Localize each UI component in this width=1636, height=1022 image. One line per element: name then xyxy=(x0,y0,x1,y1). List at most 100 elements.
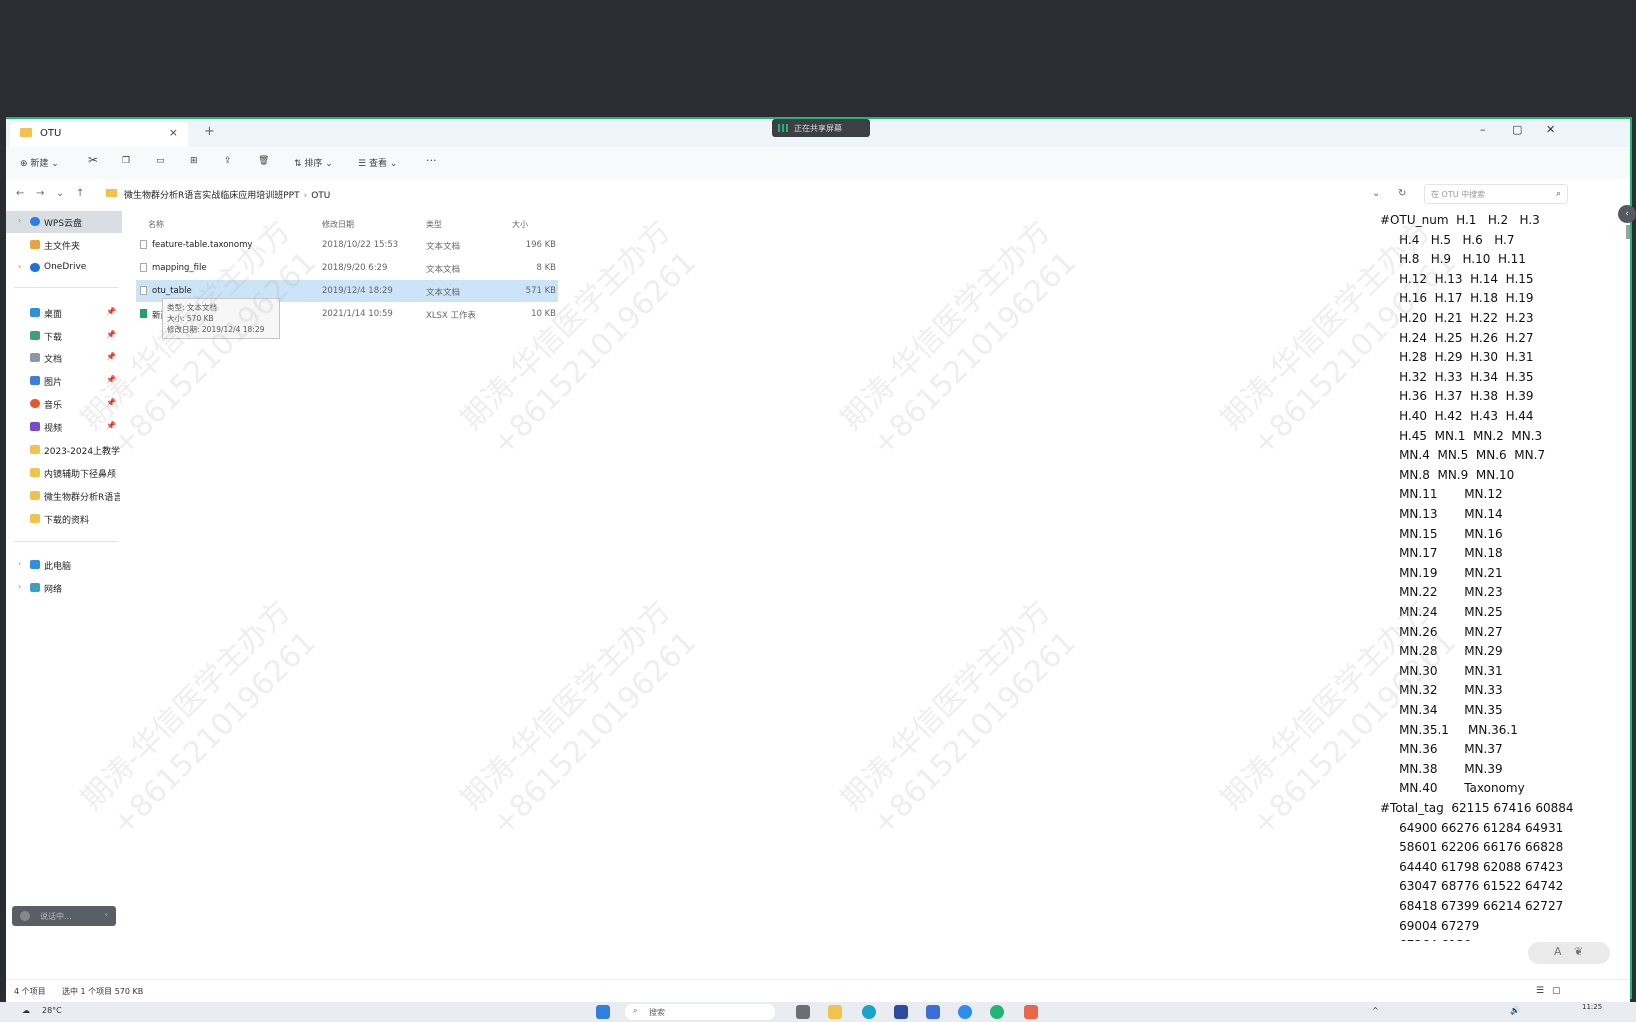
chevron-right-icon[interactable]: › xyxy=(18,582,21,591)
ime-mode-label[interactable]: A xyxy=(1554,945,1562,958)
up-arrow-icon[interactable]: ↑ xyxy=(76,188,84,199)
start-windows-icon[interactable] xyxy=(596,1005,610,1019)
refresh-icon[interactable]: ↻ xyxy=(1398,188,1406,199)
app-icon[interactable] xyxy=(958,1005,972,1019)
ime-floating-bar[interactable]: A ❦ xyxy=(1528,942,1610,964)
column-header-size[interactable]: 大小 xyxy=(512,219,528,230)
recent-chevron-icon[interactable]: ⌄ xyxy=(56,188,64,199)
pin-icon[interactable]: 📌 xyxy=(106,330,116,339)
sidebar-item-folder-microbiome[interactable]: 微生物群分析R语言 xyxy=(6,485,122,507)
app-icon[interactable] xyxy=(1024,1005,1038,1019)
pin-icon[interactable]: 📌 xyxy=(106,398,116,407)
pin-icon[interactable]: 📌 xyxy=(106,375,116,384)
breadcrumb[interactable]: 微生物群分析R语言实战临床应用培训班PPT › OTU xyxy=(124,188,330,201)
sidebar-item-this-pc[interactable]: › 此电脑 xyxy=(6,554,122,576)
maximize-button[interactable]: ▢ xyxy=(1512,123,1522,136)
sidebar-item-label: 主文件夹 xyxy=(44,242,81,252)
sidebar-item-pictures[interactable]: 图片 📌 xyxy=(6,370,122,392)
ime-skin-icon[interactable]: ❦ xyxy=(1574,945,1583,958)
share-icon[interactable]: ⇪ xyxy=(224,156,232,166)
file-row[interactable]: feature-table.taxonomy 2018/10/22 15:53 … xyxy=(136,234,558,256)
screen-share-badge[interactable]: 正在共享屏幕 xyxy=(772,119,870,137)
preview-text-line: #Total_tag 62115 67416 60884 xyxy=(1380,801,1574,815)
app-icon[interactable] xyxy=(926,1005,940,1019)
copy-icon[interactable]: ❐ xyxy=(122,156,130,166)
preview-text-line: MN.35.1 MN.36.1 xyxy=(1380,722,1518,737)
tab-label: OTU xyxy=(40,128,62,139)
paste-icon[interactable]: ▭ xyxy=(156,156,165,166)
chevron-right-icon[interactable]: › xyxy=(18,559,21,568)
column-header-type[interactable]: 类型 xyxy=(426,219,442,230)
search-input[interactable]: 在 OTU 中搜索 ⌕ xyxy=(1424,184,1568,204)
new-tab-button[interactable]: + xyxy=(204,124,215,139)
view-button[interactable]: ☰ 查看 ⌄ xyxy=(358,156,397,169)
file-explorer-taskbar-icon[interactable] xyxy=(828,1005,842,1019)
preview-text-line: MN.34 MN.35 xyxy=(1380,703,1503,717)
file-explorer-window: OTU × + 正在共享屏幕 – ▢ ✕ ⊕ 新建 ⌄ ✂ ❐ ▭ ⊞ ⇪ 🗑 … xyxy=(6,117,1636,1002)
pin-icon[interactable]: 📌 xyxy=(106,421,116,430)
address-dropdown-icon[interactable]: ⌄ xyxy=(1372,188,1380,199)
details-view-icon[interactable]: ☰ xyxy=(1536,986,1544,996)
file-type: 文本文档 xyxy=(426,242,461,252)
tray-chevron-icon[interactable]: ^ xyxy=(1372,1006,1379,1015)
forward-arrow-icon[interactable]: → xyxy=(36,188,44,199)
preview-text-line: H.12 H.13 H.14 H.15 xyxy=(1380,271,1534,286)
breadcrumb-current[interactable]: OTU xyxy=(311,191,330,201)
voice-chat-panel[interactable]: 说话中... ‹ xyxy=(12,906,116,926)
pin-icon[interactable]: 📌 xyxy=(106,307,116,316)
file-name: mapping_file xyxy=(152,263,207,273)
edge-browser-icon[interactable] xyxy=(862,1005,876,1019)
sidebar-item-folder-endoscope[interactable]: 内镜辅助下径鼻颅 xyxy=(6,462,122,484)
music-icon xyxy=(30,399,40,408)
new-item-button[interactable]: ⊕ 新建 ⌄ xyxy=(20,156,59,169)
sidebar-item-downloads[interactable]: 下载 📌 xyxy=(6,325,122,347)
tooltip-modified: 修改日期: 2019/12/4 18:29 xyxy=(167,325,265,334)
sidebar-item-network[interactable]: › 网络 xyxy=(6,577,122,599)
chevron-right-icon[interactable]: › xyxy=(18,216,21,225)
more-options-button[interactable]: ··· xyxy=(426,154,437,167)
sidebar-item-folder-2023[interactable]: 2023-2024上教学E xyxy=(6,439,122,461)
back-arrow-icon[interactable]: ← xyxy=(16,188,24,199)
chevron-right-icon[interactable]: › xyxy=(18,262,21,271)
sidebar-item-folder-downloaded[interactable]: 下载的资料 xyxy=(6,508,122,530)
tab-otu[interactable]: OTU × xyxy=(10,121,188,147)
sidebar-item-music[interactable]: 音乐 📌 xyxy=(6,393,122,415)
file-size: 571 KB xyxy=(525,286,556,296)
sidebar-item-home[interactable]: 主文件夹 xyxy=(6,234,122,256)
sidebar-item-videos[interactable]: 视频 📌 xyxy=(6,416,122,438)
sidebar-item-desktop[interactable]: 桌面 📌 xyxy=(6,302,122,324)
wechat-icon[interactable] xyxy=(990,1005,1004,1019)
app-icon[interactable] xyxy=(894,1005,908,1019)
sidebar-item-wps-cloud[interactable]: › WPS云盘 xyxy=(6,211,122,233)
weather-icon[interactable]: ☁ xyxy=(22,1006,30,1015)
volume-icon[interactable]: 🔊 xyxy=(1510,1006,1520,1015)
task-view-icon[interactable] xyxy=(796,1005,810,1019)
sidebar-divider xyxy=(14,287,118,288)
tab-close-icon[interactable]: × xyxy=(169,126,178,139)
collapse-arrow-icon[interactable]: ‹ xyxy=(105,910,108,919)
cut-icon[interactable]: ✂ xyxy=(88,153,98,167)
sort-button[interactable]: ⇅ 排序 ⌄ xyxy=(294,156,333,169)
preview-scrollbar[interactable] xyxy=(1626,225,1630,239)
tiles-view-icon[interactable]: ▢ xyxy=(1552,986,1561,996)
item-count: 4 个项目 xyxy=(14,987,46,996)
taskbar-search[interactable]: ⌕ 搜索 xyxy=(625,1004,775,1020)
sidebar-item-documents[interactable]: 文档 📌 xyxy=(6,347,122,369)
pin-icon[interactable]: 📌 xyxy=(106,352,116,361)
delete-icon[interactable]: 🗑 xyxy=(258,156,269,166)
minimize-button[interactable]: – xyxy=(1480,123,1486,136)
column-header-date[interactable]: 修改日期 xyxy=(322,219,354,230)
cloud-icon xyxy=(30,217,40,226)
preview-text-line: H.36 H.37 H.38 H.39 xyxy=(1380,389,1534,404)
excel-file-icon xyxy=(140,309,147,318)
weather-temp[interactable]: 28°C xyxy=(42,1006,62,1015)
breadcrumb-parent[interactable]: 微生物群分析R语言实战临床应用培训班PPT xyxy=(124,191,300,201)
file-row[interactable]: mapping_file 2018/9/20 6:29 文本文档 8 KB xyxy=(136,257,558,279)
rename-icon[interactable]: ⊞ xyxy=(190,156,198,166)
column-header-name[interactable]: 名称 xyxy=(148,219,164,230)
close-window-button[interactable]: ✕ xyxy=(1546,123,1555,136)
home-icon xyxy=(30,240,40,249)
sidebar-item-onedrive[interactable]: › OneDrive xyxy=(6,257,122,279)
clock[interactable]: 11:25 xyxy=(1582,1003,1602,1011)
collapse-preview-icon[interactable]: ‹ xyxy=(1618,205,1636,223)
